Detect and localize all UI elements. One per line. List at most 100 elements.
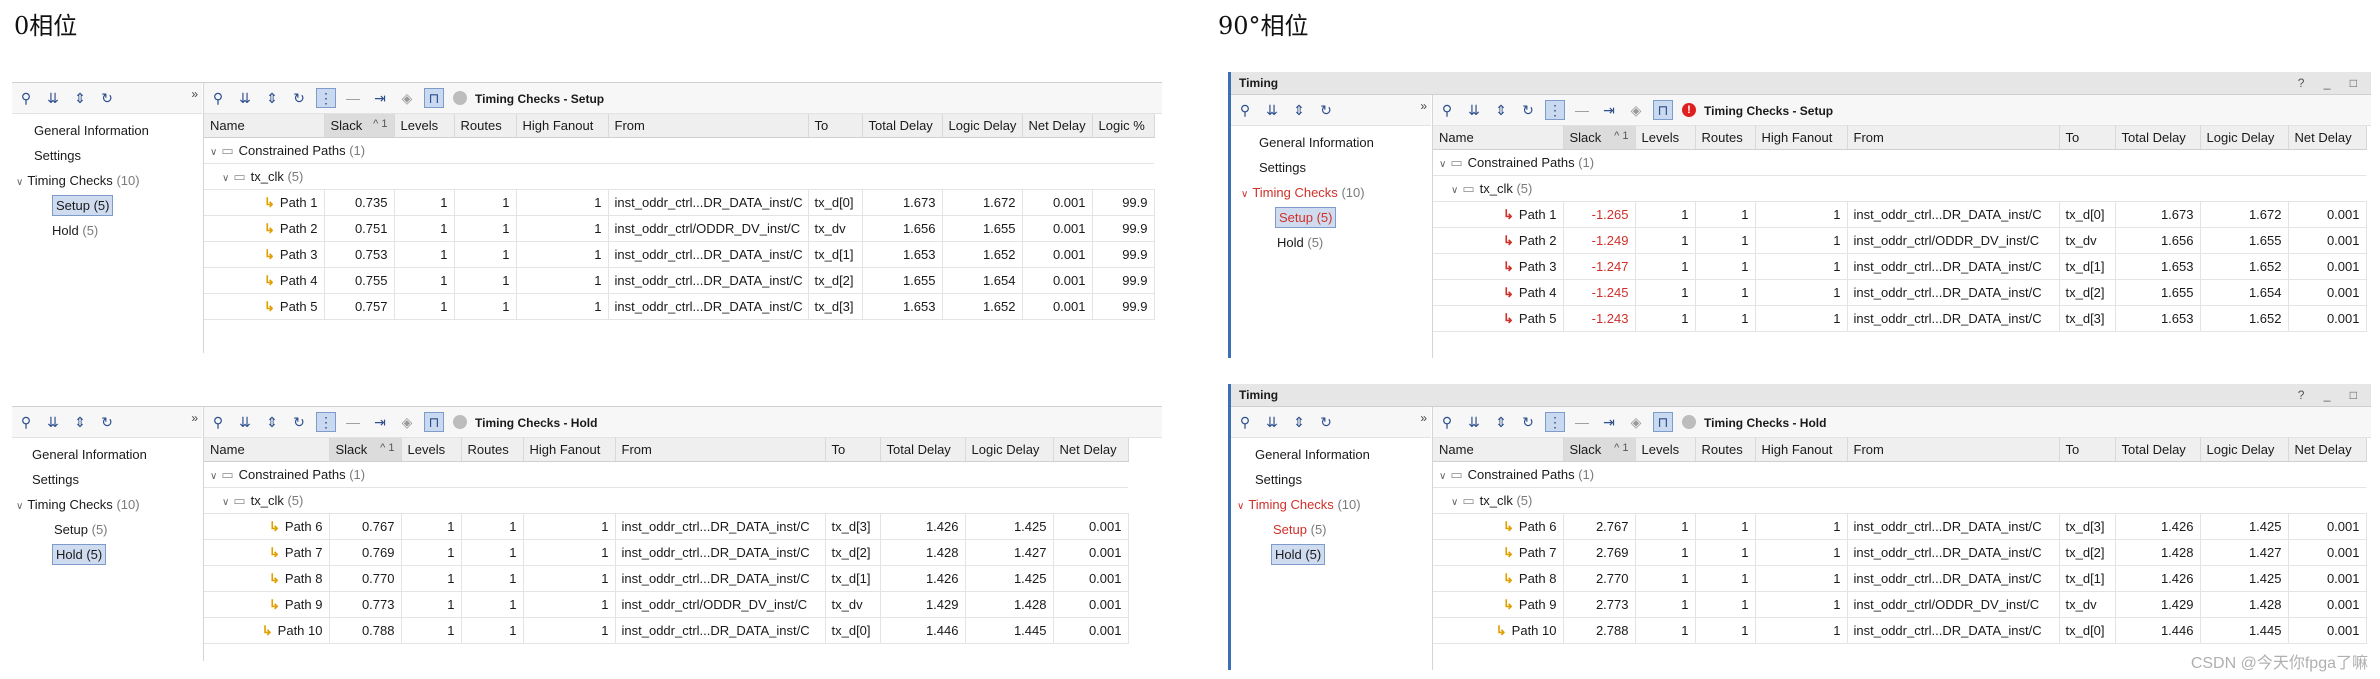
column-header-slack[interactable]: Slack ^ 1 [324,114,395,138]
group-row-constrained[interactable]: ∨ ▭ Constrained Paths (1) [1433,149,2366,176]
column-header-from[interactable]: From [615,438,826,462]
nav-setup[interactable]: Setup (5) [12,517,202,542]
column-header-to[interactable]: To [2059,438,2116,462]
column-header-logic[interactable]: Logic Delay [2200,438,2289,462]
table-row[interactable]: ↳ Path 7 0.769 1 1 1 inst_oddr_ctrl...DR_DATA_… [204,539,1129,566]
nav-timing-checks[interactable]: ∨ Timing Checks (10) [1231,180,1431,205]
search-icon[interactable]: ⚲ [1235,100,1255,120]
expand-arrow-icon[interactable]: ∨ [1241,189,1248,200]
column-header-routes[interactable]: Routes [1695,438,1756,462]
nav-hold[interactable]: Hold (5) [1231,542,1431,567]
expand-all-icon[interactable]: ⇕ [262,412,282,432]
expand-all-icon[interactable]: ⇕ [70,88,90,108]
column-header-name[interactable]: Name [204,438,330,462]
column-header-levels[interactable]: Levels [401,438,462,462]
column-header-logic[interactable]: Logic Delay [2200,126,2289,150]
column-header-from[interactable]: From [1847,126,2060,150]
nav-hold[interactable]: Hold (5) [12,218,202,243]
minus-icon[interactable]: — [1572,100,1592,120]
nav-settings[interactable]: Settings [12,143,202,168]
export-icon[interactable]: ⇥ [370,88,390,108]
expand-all-icon[interactable]: ⇕ [1491,100,1511,120]
group-row-clock[interactable]: ∨ ▭ tx_clk (5) [1433,175,2366,202]
group-row-constrained[interactable]: ∨ ▭ Constrained Paths (1) [1433,461,2366,488]
refresh-icon[interactable]: ↻ [1518,100,1538,120]
column-header-fanout[interactable]: High Fanout [1755,126,1848,150]
nav-setup[interactable]: Setup (5) [12,193,202,218]
export-icon[interactable]: ⇥ [1599,412,1619,432]
group-row-clock[interactable]: ∨ ▭ tx_clk (5) [204,487,1128,514]
diamond-icon[interactable]: ◈ [1626,412,1646,432]
column-header-levels[interactable]: Levels [1635,126,1696,150]
column-header-levels[interactable]: Levels [394,114,455,138]
collapse-all-icon[interactable]: ⇊ [1262,412,1282,432]
table-row[interactable]: ↳ Path 6 0.767 1 1 1 inst_oddr_ctrl...DR_DATA_… [204,513,1129,540]
waveform-icon[interactable]: ⊓ [424,412,444,432]
export-icon[interactable]: ⇥ [1599,100,1619,120]
expand-arrow-icon[interactable]: ∨ [1237,501,1244,512]
collapse-all-icon[interactable]: ⇊ [1464,100,1484,120]
collapse-sidebar-icon[interactable]: » [1420,411,1427,425]
column-header-total[interactable]: Total Delay [2115,126,2201,150]
nav-timing-checks[interactable]: ∨ Timing Checks (10) [1231,492,1431,517]
expand-arrow-icon[interactable]: ∨ [222,173,229,184]
table-row[interactable]: ↳ Path 1 -1.265 1 1 1 inst_oddr_ctrl...DR_DATA… [1433,201,2367,228]
column-header-name[interactable]: Name [1433,438,1564,462]
refresh-icon[interactable]: ↻ [289,88,309,108]
search-icon[interactable]: ⚲ [208,88,228,108]
column-header-total[interactable]: Total Delay [880,438,966,462]
minus-icon[interactable]: — [343,88,363,108]
column-header-slack[interactable]: Slack ^ 1 [1563,438,1636,462]
expand-arrow-icon[interactable]: ∨ [1451,185,1458,196]
refresh-icon[interactable]: ↻ [1316,412,1336,432]
table-row[interactable]: ↳ Path 3 0.753 1 1 1 inst_oddr_ctrl...DR_DATA_… [204,241,1155,268]
export-icon[interactable]: ⇥ [370,412,390,432]
column-header-fanout[interactable]: High Fanout [1755,438,1848,462]
refresh-icon[interactable]: ↻ [97,88,117,108]
expand-arrow-icon[interactable]: ∨ [210,147,217,158]
hierarchy-icon[interactable]: ⋮ [1545,100,1565,120]
column-header-routes[interactable]: Routes [461,438,524,462]
hierarchy-icon[interactable]: ⋮ [1545,412,1565,432]
waveform-icon[interactable]: ⊓ [424,88,444,108]
nav-setup[interactable]: Setup (5) [1231,517,1431,542]
search-icon[interactable]: ⚲ [1235,412,1255,432]
collapse-sidebar-icon[interactable]: » [191,87,198,101]
minus-icon[interactable]: — [343,412,363,432]
refresh-icon[interactable]: ↻ [289,412,309,432]
collapse-all-icon[interactable]: ⇊ [1262,100,1282,120]
table-row[interactable]: ↳ Path 9 2.773 1 1 1 inst_oddr_ctrl/ODDR_DV_in… [1433,591,2367,618]
column-header-logic[interactable]: Logic Delay [942,114,1023,138]
table-row[interactable]: ↳ Path 8 0.770 1 1 1 inst_oddr_ctrl...DR_DATA_… [204,565,1129,592]
collapse-sidebar-icon[interactable]: » [1420,99,1427,113]
window-controls[interactable]: ? _ □ [2298,384,2365,406]
refresh-icon[interactable]: ↻ [1316,100,1336,120]
expand-arrow-icon[interactable]: ∨ [1451,497,1458,508]
expand-arrow-icon[interactable]: ∨ [1439,159,1446,170]
expand-all-icon[interactable]: ⇕ [262,88,282,108]
group-row-constrained[interactable]: ∨ ▭ Constrained Paths (1) [204,137,1154,164]
nav-general-information[interactable]: General Information [1231,130,1431,155]
column-header-fanout[interactable]: High Fanout [516,114,609,138]
nav-timing-checks[interactable]: ∨ Timing Checks (10) [12,492,202,517]
column-header-name[interactable]: Name [1433,126,1564,150]
column-header-fanout[interactable]: High Fanout [523,438,616,462]
waveform-icon[interactable]: ⊓ [1653,100,1673,120]
nav-settings[interactable]: Settings [12,467,202,492]
table-row[interactable]: ↳ Path 7 2.769 1 1 1 inst_oddr_ctrl...DR_DATA_… [1433,539,2367,566]
nav-settings[interactable]: Settings [1231,467,1431,492]
table-row[interactable]: ↳ Path 2 0.751 1 1 1 inst_oddr_ctrl/ODDR_DV_in… [204,215,1155,242]
refresh-icon[interactable]: ↻ [97,412,117,432]
group-row-constrained[interactable]: ∨ ▭ Constrained Paths (1) [204,461,1128,488]
diamond-icon[interactable]: ◈ [1626,100,1646,120]
column-header-logic[interactable]: Logic Delay [965,438,1054,462]
nav-timing-checks[interactable]: ∨ Timing Checks (10) [12,168,202,193]
table-row[interactable]: ↳ Path 4 0.755 1 1 1 inst_oddr_ctrl...DR_DATA_… [204,267,1155,294]
search-icon[interactable]: ⚲ [208,412,228,432]
column-header-to[interactable]: To [825,438,881,462]
table-row[interactable]: ↳ Path 9 0.773 1 1 1 inst_oddr_ctrl/ODDR_DV_in… [204,591,1129,618]
diamond-icon[interactable]: ◈ [397,412,417,432]
minus-icon[interactable]: — [1572,412,1592,432]
table-row[interactable]: ↳ Path 8 2.770 1 1 1 inst_oddr_ctrl...DR_DATA_… [1433,565,2367,592]
collapse-sidebar-icon[interactable]: » [191,411,198,425]
